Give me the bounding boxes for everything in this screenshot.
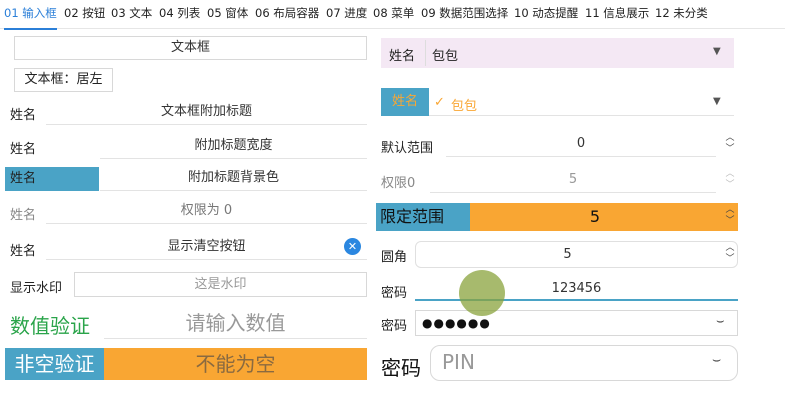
numeric-input[interactable]: 请输入数值: [104, 307, 367, 339]
combo2[interactable]: [429, 88, 734, 116]
chevron-down-icon[interactable]: ▼: [713, 96, 721, 107]
required-validation-label: 非空验证: [5, 348, 104, 380]
combo1-divider: [425, 40, 426, 66]
align-left-label: 文本框：居左: [14, 68, 113, 92]
tab-dynamic[interactable]: 10 动态提醒: [514, 0, 578, 28]
required-input[interactable]: 不能为空: [104, 348, 367, 380]
spin-down-icon[interactable]: ﹀: [723, 255, 737, 264]
limit-range-label: 限定范围: [376, 203, 470, 231]
tab-data-range[interactable]: 09 数据范围选择: [421, 0, 508, 28]
limit-range-input[interactable]: 5: [470, 203, 738, 231]
row5-label: 姓名: [10, 244, 37, 259]
tab-misc[interactable]: 12 未分类: [655, 0, 708, 28]
spin-down-icon[interactable]: ﹀: [723, 145, 737, 154]
numeric-validation-label: 数值验证: [10, 314, 90, 338]
close-icon[interactable]: ✕: [344, 238, 361, 255]
row4-label: 姓名: [10, 208, 37, 223]
eye-closed-icon[interactable]: ⌣: [712, 352, 721, 368]
pin-input[interactable]: [430, 345, 738, 381]
tab-button[interactable]: 02 按钮: [64, 0, 105, 28]
corner-label: 圆角: [381, 250, 408, 265]
chevron-down-icon[interactable]: ▼: [713, 46, 721, 57]
password2-label: 密码: [381, 319, 408, 334]
row3-label: 姓名: [5, 167, 99, 191]
pin-label: 密码: [381, 356, 421, 380]
row1-input[interactable]: 文本框附加标题: [46, 101, 367, 125]
watermark-input[interactable]: 这是水印: [74, 272, 367, 297]
combo1-label: 姓名: [389, 49, 416, 64]
tab-info[interactable]: 11 信息展示: [585, 0, 649, 28]
row2-input[interactable]: 附加标题宽度: [100, 135, 367, 159]
combo1-value: 包包: [432, 49, 459, 64]
row2-label: 姓名: [10, 142, 37, 157]
row5-input[interactable]: 显示清空按钮: [46, 236, 367, 260]
permission-label: 权限0: [381, 176, 416, 191]
spin-up-icon[interactable]: ︿: [723, 244, 737, 253]
spin-down-icon: ﹀: [725, 180, 735, 190]
tab-layout[interactable]: 06 布局容器: [255, 0, 319, 28]
textbox-main[interactable]: 文本框: [14, 36, 367, 60]
default-range-label: 默认范围: [381, 141, 434, 156]
tab-progress[interactable]: 07 进度: [326, 0, 367, 28]
permission-input: 5: [430, 168, 716, 193]
spin-up-icon: ︿: [725, 169, 735, 179]
tab-menu[interactable]: 08 菜单: [373, 0, 414, 28]
pin-placeholder: PIN: [442, 350, 475, 374]
tab-bar: 01 输入框 02 按钮 03 文本 04 列表 05 窗体 06 布局容器 0…: [0, 0, 785, 30]
cursor-highlight: [459, 270, 505, 316]
row3-input[interactable]: 附加标题背景色: [100, 167, 367, 191]
watermark-label: 显示水印: [10, 281, 63, 296]
combo2-label: 姓名: [381, 88, 429, 116]
tab-form[interactable]: 05 窗体: [207, 0, 248, 28]
corner-input[interactable]: 5: [415, 241, 738, 268]
eye-closed-icon[interactable]: ⌣: [716, 314, 725, 329]
tab-text[interactable]: 03 文本: [111, 0, 152, 28]
spin-up-icon[interactable]: ︿: [723, 206, 737, 215]
spin-down-icon[interactable]: ﹀: [723, 217, 737, 226]
tab-input[interactable]: 01 输入框: [4, 0, 57, 30]
password2-value: ●●●●●●: [422, 316, 491, 330]
row1-label: 姓名: [10, 108, 37, 123]
password1-label: 密码: [381, 286, 408, 301]
default-range-input[interactable]: 0: [446, 132, 716, 157]
spin-up-icon[interactable]: ︿: [723, 134, 737, 143]
tab-list[interactable]: 04 列表: [159, 0, 200, 28]
row4-input: 权限为 0: [46, 200, 367, 224]
